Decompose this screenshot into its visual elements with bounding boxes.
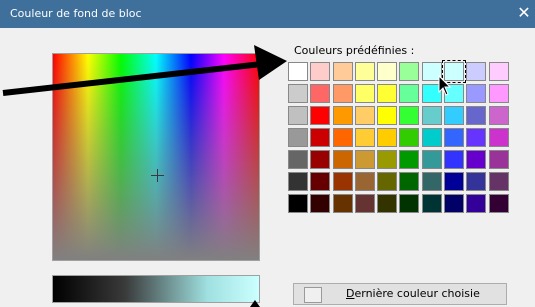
color-swatch[interactable] — [488, 128, 509, 147]
color-swatch[interactable] — [288, 150, 308, 169]
color-swatch[interactable] — [377, 62, 398, 81]
color-swatch[interactable] — [354, 84, 375, 103]
color-swatch[interactable] — [377, 194, 398, 213]
color-swatch[interactable] — [310, 128, 331, 147]
color-swatch[interactable] — [444, 194, 465, 213]
color-swatch[interactable] — [488, 84, 509, 103]
color-swatch[interactable] — [466, 150, 487, 169]
crosshair-icon[interactable] — [151, 169, 164, 182]
color-swatch[interactable] — [444, 150, 465, 169]
last-color-label: Dernière couleur choisie — [346, 287, 480, 300]
color-swatch[interactable] — [332, 172, 353, 191]
color-swatch[interactable] — [399, 84, 420, 103]
color-swatch[interactable] — [399, 128, 420, 147]
color-swatch[interactable] — [444, 128, 465, 147]
color-swatch[interactable] — [310, 84, 331, 103]
color-swatch[interactable] — [421, 150, 442, 169]
color-swatch[interactable] — [354, 106, 375, 125]
luminance-pointer-icon[interactable] — [250, 300, 260, 307]
color-swatch[interactable] — [288, 128, 308, 147]
color-swatch[interactable] — [354, 172, 375, 191]
color-swatch[interactable] — [488, 172, 509, 191]
color-swatch[interactable] — [399, 194, 420, 213]
color-swatch[interactable] — [399, 172, 420, 191]
color-swatch[interactable] — [488, 106, 509, 125]
color-swatch[interactable] — [421, 128, 442, 147]
color-swatch[interactable] — [354, 150, 375, 169]
last-color-button[interactable]: Dernière couleur choisie — [293, 283, 507, 305]
color-swatch[interactable] — [488, 194, 509, 213]
color-swatch[interactable] — [466, 128, 487, 147]
color-swatch[interactable] — [421, 106, 442, 125]
color-swatch[interactable] — [310, 62, 331, 81]
color-swatch[interactable] — [332, 194, 353, 213]
color-swatch[interactable] — [288, 84, 308, 103]
color-swatch[interactable] — [399, 106, 420, 125]
window-title: Couleur de fond de bloc — [10, 7, 142, 20]
color-swatch[interactable] — [377, 150, 398, 169]
color-swatch[interactable] — [466, 62, 487, 81]
close-icon[interactable]: ✕ — [515, 4, 533, 22]
color-swatch[interactable] — [288, 106, 308, 125]
color-swatch[interactable] — [332, 62, 353, 81]
color-swatch[interactable] — [310, 106, 331, 125]
color-swatch[interactable] — [332, 150, 353, 169]
color-swatch[interactable] — [377, 172, 398, 191]
color-swatch[interactable] — [444, 106, 465, 125]
color-swatch[interactable] — [288, 194, 308, 213]
color-swatch[interactable] — [399, 62, 420, 81]
color-swatch[interactable] — [421, 194, 442, 213]
luminance-bar[interactable] — [52, 275, 260, 303]
color-swatch[interactable] — [377, 106, 398, 125]
color-swatch[interactable] — [310, 150, 331, 169]
color-swatch[interactable] — [399, 150, 420, 169]
color-swatch[interactable] — [354, 62, 375, 81]
color-swatch[interactable] — [466, 194, 487, 213]
preset-color-grid — [288, 60, 511, 218]
preset-colors-label: Couleurs prédéfinies : — [294, 44, 415, 57]
color-swatch[interactable] — [377, 128, 398, 147]
color-swatch[interactable] — [377, 84, 398, 103]
color-swatch[interactable] — [288, 62, 308, 81]
color-spectrum[interactable] — [52, 53, 260, 261]
color-swatch[interactable] — [466, 84, 487, 103]
color-swatch[interactable] — [332, 106, 353, 125]
color-swatch[interactable] — [354, 128, 375, 147]
title-bar: Couleur de fond de bloc ✕ — [0, 0, 535, 28]
color-swatch[interactable] — [488, 150, 509, 169]
color-swatch[interactable] — [332, 84, 353, 103]
color-swatch[interactable] — [354, 194, 375, 213]
color-swatch[interactable] — [488, 62, 509, 81]
color-swatch[interactable] — [288, 172, 308, 191]
color-swatch[interactable] — [310, 194, 331, 213]
mouse-cursor-icon — [438, 75, 452, 96]
color-swatch[interactable] — [421, 172, 442, 191]
color-swatch[interactable] — [466, 172, 487, 191]
color-swatch[interactable] — [310, 172, 331, 191]
color-swatch[interactable] — [444, 172, 465, 191]
color-swatch[interactable] — [466, 106, 487, 125]
color-swatch[interactable] — [332, 128, 353, 147]
last-color-preview — [304, 287, 322, 303]
